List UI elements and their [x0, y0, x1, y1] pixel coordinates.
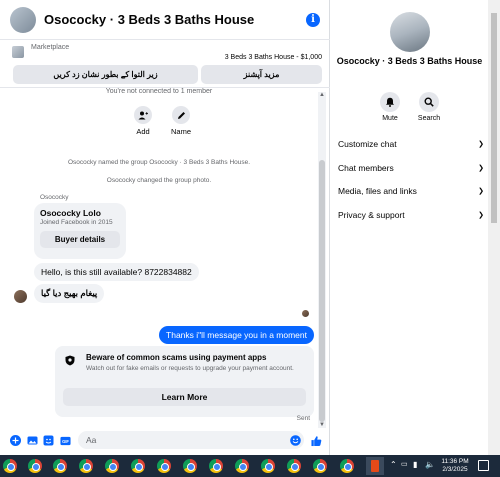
clock-date: 2/3/2025 [442, 466, 468, 473]
mark-pending-button[interactable]: زیر التوا کے بطور نشان زد کریں [13, 65, 198, 84]
sticker-icon[interactable] [43, 435, 54, 446]
gif-icon[interactable]: GIF [60, 435, 71, 446]
more-options-button[interactable]: مزید آپشنز [201, 65, 322, 84]
chrome-icon[interactable] [3, 459, 17, 473]
message-input[interactable] [78, 431, 304, 449]
add-person-icon [134, 106, 152, 124]
search-label: Search [417, 115, 441, 122]
section-label: Privacy & support [338, 210, 405, 220]
group-photo[interactable] [390, 12, 430, 52]
chat-scrollbar-thumb[interactable] [319, 160, 325, 422]
section-label: Customize chat [338, 139, 397, 149]
learn-more-button[interactable]: Learn More [63, 388, 306, 406]
chat-scrollbar[interactable]: ▲ ▼ [318, 92, 326, 428]
chat-details-panel: Osococky · 3 Beds 3 Baths House Mute Sea… [331, 0, 488, 455]
name-label: Name [170, 127, 191, 136]
marketplace-banner: Marketplace 3 Beds 3 Baths House - $1,00… [0, 40, 330, 88]
chrome-icon[interactable] [287, 459, 301, 473]
chevron-down-icon: ❯ [478, 164, 484, 172]
chrome-icon[interactable] [131, 459, 145, 473]
photo-icon[interactable] [27, 435, 38, 446]
page-scrollbar-thumb[interactable] [491, 13, 497, 223]
emoji-icon[interactable] [290, 435, 301, 446]
chevron-down-icon: ❯ [478, 211, 484, 219]
details-title: Osococky · 3 Beds 3 Baths House [336, 56, 483, 66]
mute-label: Mute [382, 115, 398, 122]
scroll-up-icon[interactable]: ▲ [319, 92, 325, 98]
chevron-down-icon: ❯ [478, 187, 484, 195]
system-message: Osococky changed the group photo. [106, 177, 212, 184]
listing-title[interactable]: 3 Beds 3 Baths House - $1,000 [225, 54, 322, 61]
message-list[interactable]: You're not connected to 1 member Add Nam… [0, 88, 330, 428]
messenger-window: Osococky · 3 Beds 3 Baths House i Market… [0, 0, 500, 477]
not-connected-notice: You're not connected to 1 member [105, 88, 213, 95]
chat-header: Osococky · 3 Beds 3 Baths House i [0, 0, 330, 40]
tray-arrow-icon[interactable]: ⌃ [390, 460, 397, 469]
add-member-button[interactable]: Add [128, 106, 158, 136]
chrome-icon[interactable] [340, 459, 354, 473]
shield-icon [65, 355, 75, 366]
page-scrollbar[interactable] [488, 0, 500, 455]
section-customize-chat[interactable]: Customize chat ❯ [338, 137, 484, 151]
clock-time: 11:36 PM [441, 458, 469, 465]
marketplace-label: Marketplace [31, 44, 70, 51]
pencil-icon [172, 106, 190, 124]
chrome-icon[interactable] [28, 459, 42, 473]
chrome-icon[interactable] [183, 459, 197, 473]
profile-name: Osococky Lolo [40, 208, 101, 218]
mute-button[interactable]: Mute [375, 92, 405, 122]
chrome-icon[interactable] [53, 459, 67, 473]
chrome-icon[interactable] [313, 459, 327, 473]
listing-thumbnail[interactable] [12, 46, 24, 58]
group-avatar[interactable] [10, 6, 36, 33]
incoming-message[interactable]: Hello, is this still available? 87228348… [34, 263, 199, 281]
buyer-details-button[interactable]: Buyer details [40, 231, 120, 248]
search-button[interactable]: Search [414, 92, 444, 122]
chevron-down-icon: ❯ [478, 140, 484, 148]
thumbs-up-icon[interactable] [311, 435, 322, 446]
system-clock[interactable]: 11:36 PM 2/3/2025 [440, 458, 470, 474]
app-icon[interactable] [371, 460, 379, 472]
gif-label: GIF [62, 438, 69, 443]
bell-icon [380, 92, 400, 112]
scam-warning-title: Beware of common scams using payment app… [86, 353, 267, 362]
add-label: Add [136, 127, 150, 136]
chrome-icon[interactable] [235, 459, 249, 473]
composer: GIF [0, 428, 330, 455]
sent-status: Sent [296, 415, 310, 422]
outgoing-message[interactable]: Thanks i"ll message you in a moment [159, 326, 314, 344]
chrome-icon[interactable] [157, 459, 171, 473]
section-label: Media, files and links [338, 186, 417, 196]
chrome-icon[interactable] [209, 459, 223, 473]
plus-icon[interactable] [10, 435, 21, 446]
scam-warning-text: Watch out for fake emails or requests to… [86, 365, 294, 372]
chrome-icon[interactable] [79, 459, 93, 473]
battery-icon[interactable]: ▮ [413, 460, 417, 469]
name-group-button[interactable]: Name [166, 106, 196, 136]
section-label: Chat members [338, 163, 394, 173]
taskbar: ⌃ ▭ ▮ 🔈 11:36 PM 2/3/2025 [0, 455, 500, 477]
system-message: Osococky named the group Osococky · 3 Be… [67, 159, 251, 166]
info-icon[interactable]: i [306, 12, 320, 27]
sender-name: Osococky [40, 194, 69, 201]
notification-icon[interactable] [478, 460, 489, 471]
scam-warning-card: Beware of common scams using payment app… [55, 346, 314, 417]
network-icon[interactable]: ▭ [401, 460, 408, 468]
profile-joined: Joined Facebook in 2015 [40, 219, 113, 226]
volume-icon[interactable]: 🔈 [425, 460, 435, 469]
profile-card: Osococky Lolo Joined Facebook in 2015 Bu… [34, 203, 126, 259]
sender-avatar[interactable] [14, 290, 27, 303]
section-media-files-links[interactable]: Media, files and links ❯ [338, 184, 484, 198]
chat-title[interactable]: Osococky · 3 Beds 3 Baths House [44, 12, 306, 27]
section-chat-members[interactable]: Chat members ❯ [338, 161, 484, 175]
chrome-icon[interactable] [261, 459, 275, 473]
incoming-message[interactable]: پیغام بھیج دیا گیا [34, 284, 105, 303]
chrome-icon[interactable] [105, 459, 119, 473]
chat-panel: Osococky · 3 Beds 3 Baths House i Market… [0, 0, 330, 455]
section-privacy-support[interactable]: Privacy & support ❯ [338, 208, 484, 222]
seen-avatar [302, 310, 309, 317]
search-icon [419, 92, 439, 112]
